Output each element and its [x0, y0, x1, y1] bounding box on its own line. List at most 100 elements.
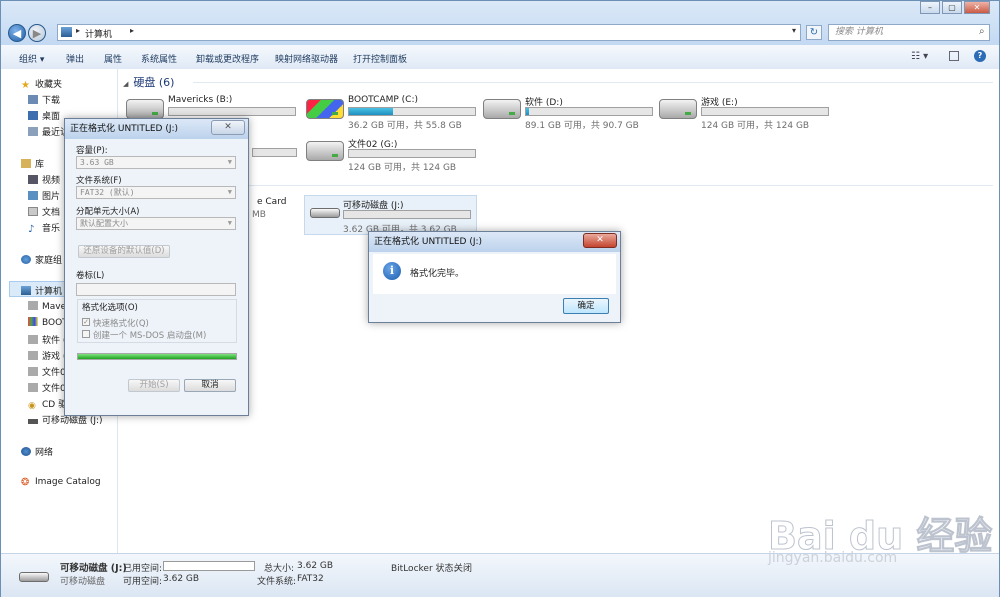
breadcrumb[interactable]: 计算机: [85, 27, 112, 40]
drive-icon: [28, 367, 38, 376]
drive-icon: [28, 301, 38, 310]
drive-icon: [28, 335, 38, 344]
card-reader-label[interactable]: e Card: [257, 197, 286, 207]
usb-drive-icon: [19, 572, 49, 582]
removable-drive-item[interactable]: 可移动磁盘 (J:) 3.62 GB 可用，共 3.62 GB: [304, 195, 477, 235]
help-icon[interactable]: ?: [974, 50, 986, 62]
address-bar[interactable]: ▸ 计算机 ▸ ▾: [57, 24, 801, 41]
chevron-down-icon[interactable]: ▾: [792, 26, 796, 35]
sidebar-item-desktop[interactable]: 桌面: [28, 109, 60, 122]
document-icon: [28, 207, 38, 216]
msdos-checkbox[interactable]: [82, 330, 90, 338]
back-button[interactable]: ◀: [8, 24, 26, 42]
cancel-button[interactable]: 取消: [184, 379, 236, 392]
homegroup-icon: [21, 255, 31, 264]
group-divider: [193, 82, 993, 83]
file-system-label: 文件系统(F): [76, 176, 122, 186]
sidebar-item-drive[interactable]: 文件0: [28, 365, 66, 378]
drive-item[interactable]: BOOTCAMP (C:) 36.2 GB 可用，共 55.8 GB: [306, 95, 486, 131]
cd-icon: ◉: [28, 401, 36, 411]
sidebar-item-drive[interactable]: 游戏 (: [28, 349, 66, 362]
sidebar-item-drive[interactable]: BOOT: [28, 317, 68, 328]
network-icon: [21, 447, 31, 456]
computer-icon: [61, 27, 72, 37]
sidebar-favorites[interactable]: ★ 收藏夹: [21, 77, 62, 91]
breadcrumb-arrow[interactable]: ▸: [76, 26, 80, 35]
organize-button[interactable]: 组织 ▾: [19, 52, 44, 65]
watermark-url: jingyan.baidu.com: [768, 550, 898, 566]
sidebar-item-cd-drive[interactable]: ◉ CD 驱: [28, 397, 67, 411]
properties-button[interactable]: 属性: [104, 52, 122, 65]
collapse-icon[interactable]: ◢: [123, 80, 128, 88]
sidebar-homegroup[interactable]: 家庭组: [21, 253, 62, 266]
chevron-down-icon: ▼: [227, 188, 232, 196]
search-icon[interactable]: ⌕: [979, 26, 985, 37]
file-system-value: FAT32: [297, 574, 324, 584]
drive-item[interactable]: 软件 (D:) 89.1 GB 可用，共 90.7 GB: [483, 95, 663, 131]
catalog-icon: ❂: [21, 477, 30, 488]
total-size-label: 总大小:: [264, 564, 295, 574]
baidu-watermark-logo: Bai du 经验 jingyan.baidu.com: [767, 487, 998, 577]
details-title: 可移动磁盘 (J:): [60, 563, 127, 574]
control-panel-button[interactable]: 打开控制面板: [353, 52, 407, 65]
system-properties-button[interactable]: 系统属性: [141, 52, 177, 65]
maximize-button[interactable]: ▢: [942, 1, 962, 14]
sidebar-item-documents[interactable]: 文档: [28, 205, 60, 218]
capacity-select[interactable]: 3.63 GB ▼: [76, 156, 236, 169]
sidebar-item-pictures[interactable]: 图片: [28, 189, 60, 202]
forward-button[interactable]: ▶: [28, 24, 46, 42]
capacity-label: 容量(P):: [76, 146, 108, 156]
title-bar: ◀ ▶ ▸ 计算机 ▸ ▾ ↻ 搜索 计算机 ⌕ – ▢ ✕: [1, 1, 999, 45]
sidebar-item-drive[interactable]: 文件0: [28, 381, 66, 394]
windows-drive-icon: [28, 317, 38, 326]
refresh-icon[interactable]: ↻: [806, 25, 822, 40]
quick-format-checkbox[interactable]: ✓: [82, 318, 90, 326]
msdos-label: 创建一个 MS-DOS 启动盘(M): [93, 331, 207, 341]
drive-info: 36.2 GB 可用，共 55.8 GB: [348, 121, 462, 131]
drive-icon: [126, 99, 164, 119]
sidebar-image-catalog[interactable]: ❂ Image Catalog: [21, 477, 101, 488]
volume-label-label: 卷标(L): [76, 271, 105, 281]
view-options-icon[interactable]: ☷ ▾: [911, 51, 928, 62]
restore-defaults-button[interactable]: 还原设备的默认值(D): [78, 245, 170, 258]
close-button[interactable]: ✕: [211, 120, 245, 135]
drive-name: BOOTCAMP (C:): [348, 95, 418, 105]
search-input[interactable]: 搜索 计算机: [828, 24, 990, 41]
drive-item[interactable]: 文件02 (G:) 124 GB 可用，共 124 GB: [306, 137, 486, 173]
group-header-hdd[interactable]: ◢ 硬盘 (6): [123, 74, 174, 90]
format-complete-dialog: 正在格式化 UNTITLED (J:) ✕ i 格式化完毕。 确定: [368, 231, 621, 323]
breadcrumb-arrow[interactable]: ▸: [130, 26, 134, 35]
sidebar-network[interactable]: 网络: [21, 445, 53, 458]
drive-info: 124 GB 可用，共 124 GB: [701, 121, 810, 131]
sidebar-item-drive[interactable]: Mave: [28, 301, 66, 312]
eject-button[interactable]: 弹出: [66, 52, 84, 65]
drive-info: 124 GB 可用，共 124 GB: [348, 163, 457, 173]
drive-icon: [659, 99, 697, 119]
drive-item[interactable]: 游戏 (E:) 124 GB 可用，共 124 GB: [659, 95, 839, 131]
sidebar-item-videos[interactable]: 视频: [28, 173, 60, 186]
sidebar-computer[interactable]: 计算机: [21, 284, 62, 297]
chevron-down-icon: ▼: [227, 219, 232, 227]
sidebar-item-downloads[interactable]: 下载: [28, 93, 60, 106]
ok-button[interactable]: 确定: [563, 298, 609, 314]
preview-pane-icon[interactable]: [949, 51, 959, 61]
uninstall-button[interactable]: 卸载或更改程序: [196, 52, 259, 65]
sidebar-item-drive[interactable]: 软件 (: [28, 333, 66, 346]
drive-icon: [28, 383, 38, 392]
volume-label-input[interactable]: [76, 283, 236, 296]
start-button[interactable]: 开始(S): [128, 379, 180, 392]
close-button[interactable]: ✕: [964, 1, 990, 14]
file-system-select[interactable]: FAT32 (默认) ▼: [76, 186, 236, 199]
minimize-button[interactable]: –: [920, 1, 940, 14]
library-icon: [21, 159, 31, 168]
file-system-label: 文件系统:: [257, 577, 297, 587]
allocation-unit-select[interactable]: 默认配置大小 ▼: [76, 217, 236, 230]
sidebar-item-recent[interactable]: 最近访: [28, 125, 69, 138]
star-icon: ★: [21, 80, 30, 91]
format-progress-bar: [77, 353, 237, 360]
sidebar-item-music[interactable]: ♪ 音乐: [28, 221, 60, 235]
map-drive-button[interactable]: 映射网络驱动器: [275, 52, 338, 65]
card-reader-info: MB: [252, 210, 266, 220]
sidebar-library[interactable]: 库: [21, 157, 44, 170]
close-button[interactable]: ✕: [583, 233, 617, 248]
